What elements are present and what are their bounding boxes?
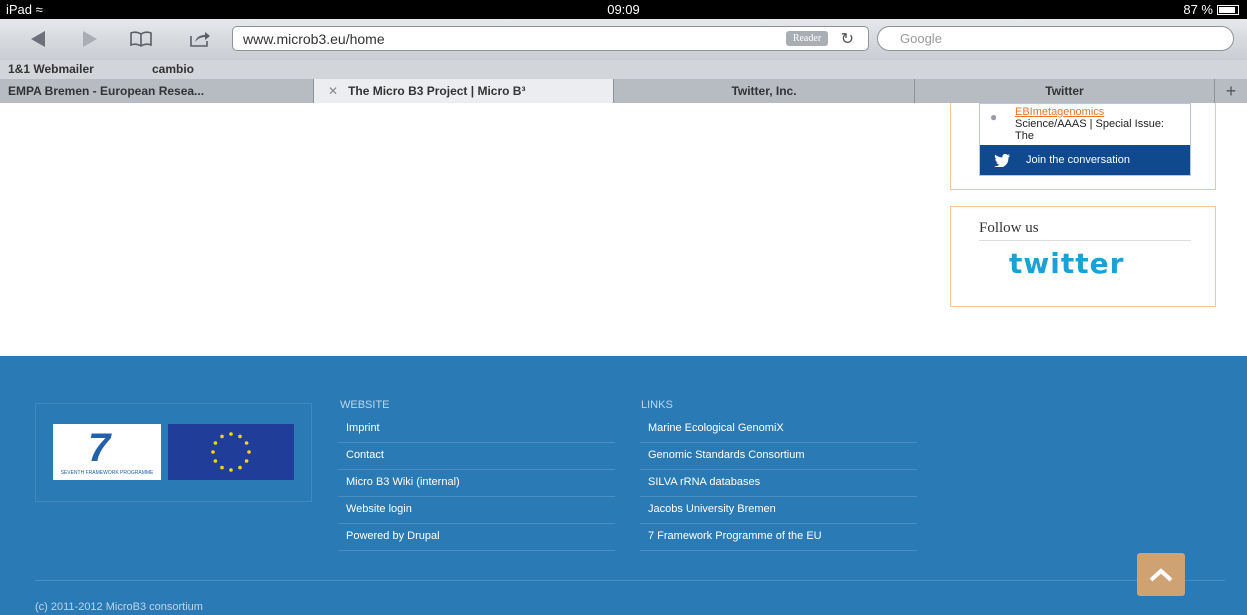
tab-item-active[interactable]: ✕ The Micro B3 Project | Micro B³ [314,79,614,103]
back-arrow-icon [31,31,45,47]
close-tab-icon[interactable]: ✕ [328,84,338,98]
tweet-author-link[interactable]: EBImetagenomics [1015,106,1104,118]
footer-link[interactable]: Contact [338,443,615,470]
avatar: ● [990,110,998,124]
footer-link[interactable]: Jacobs University Bremen [640,497,917,524]
bookmark-item[interactable]: cambio [152,62,194,76]
website-heading: WEBSITE [340,399,390,411]
tab-item[interactable]: Twitter [915,79,1215,103]
reload-icon[interactable]: ↻ [841,29,854,49]
tab-item[interactable]: EMPA Bremen - European Resea... [0,79,314,103]
tweet-text: Science/AAAS | Special Issue: The [1015,118,1164,142]
back-button[interactable] [24,25,52,53]
share-icon [190,32,210,47]
footer-link[interactable]: Website login [338,497,615,524]
join-conversation-button[interactable]: Join the conversation [980,145,1190,175]
website-links: Imprint Contact Micro B3 Wiki (internal)… [338,416,615,551]
forward-button[interactable] [76,25,104,53]
battery-icon [1217,4,1239,15]
footer-link[interactable]: Imprint [338,416,615,443]
search-input[interactable]: Google [877,26,1234,51]
bookmark-item[interactable]: 1&1 Webmailer [8,62,94,76]
join-label: Join the conversation [1026,154,1130,166]
fp7-logo-mark: 7 [88,426,111,470]
footer-link[interactable]: Genomic Standards Consortium [640,443,917,470]
url-text: www.microb3.eu/home [243,31,385,47]
eu-flag [168,424,294,480]
twitter-widget: ● EBImetagenomics Science/AAAS | Special… [950,103,1216,190]
address-bar[interactable]: www.microb3.eu/home Reader ↻ [232,26,869,51]
share-button[interactable] [186,25,214,53]
sponsor-logos: 7 SEVENTH FRAMEWORK PROGRAMME [35,403,312,502]
bookmarks-button[interactable] [127,25,155,53]
reader-button[interactable]: Reader [786,31,828,46]
external-links: Marine Ecological GenomiX Genomic Standa… [640,416,917,551]
book-icon [130,31,152,47]
battery-percent: 87 % [1183,2,1213,17]
status-bar: iPad ≈ 09:09 87 % [0,0,1247,19]
footer-link[interactable]: 7 Framework Programme of the EU [640,524,917,551]
fp7-caption: SEVENTH FRAMEWORK PROGRAMME [60,470,154,476]
footer-link[interactable]: SILVA rRNA databases [640,470,917,497]
browser-toolbar: www.microb3.eu/home Reader ↻ Google [0,19,1247,60]
status-time: 09:09 [607,2,640,17]
battery-status: 87 % [1183,2,1239,17]
back-to-top-button[interactable] [1137,553,1185,596]
footer-link[interactable]: Marine Ecological GenomiX [640,416,917,443]
twitter-logo-link[interactable]: twitter [1009,247,1124,280]
bookmarks-bar: 1&1 Webmailer cambio [0,60,1247,79]
twitter-feed: ● EBImetagenomics Science/AAAS | Special… [979,103,1191,176]
eu-stars-icon [211,432,251,472]
tab-item[interactable]: Twitter, Inc. [614,79,915,103]
chevron-up-icon [1149,567,1173,581]
forward-arrow-icon [83,31,97,47]
divider [979,240,1191,241]
divider [35,580,1225,581]
fp7-logo: 7 SEVENTH FRAMEWORK PROGRAMME [53,424,161,480]
site-footer: 7 SEVENTH FRAMEWORK PROGRAMME WEBSITE Im… [0,356,1247,615]
follow-title: Follow us [979,220,1039,236]
footer-link[interactable]: Powered by Drupal [338,524,615,551]
new-tab-button[interactable]: + [1215,79,1247,103]
follow-us-box: Follow us twitter [950,206,1216,307]
copyright: (c) 2011-2012 MicroB3 consortium [35,601,203,613]
tab-bar: EMPA Bremen - European Resea... ✕ The Mi… [0,79,1247,103]
links-heading: LINKS [641,399,673,411]
footer-link[interactable]: Micro B3 Wiki (internal) [338,470,615,497]
twitter-bird-icon [994,153,1010,167]
